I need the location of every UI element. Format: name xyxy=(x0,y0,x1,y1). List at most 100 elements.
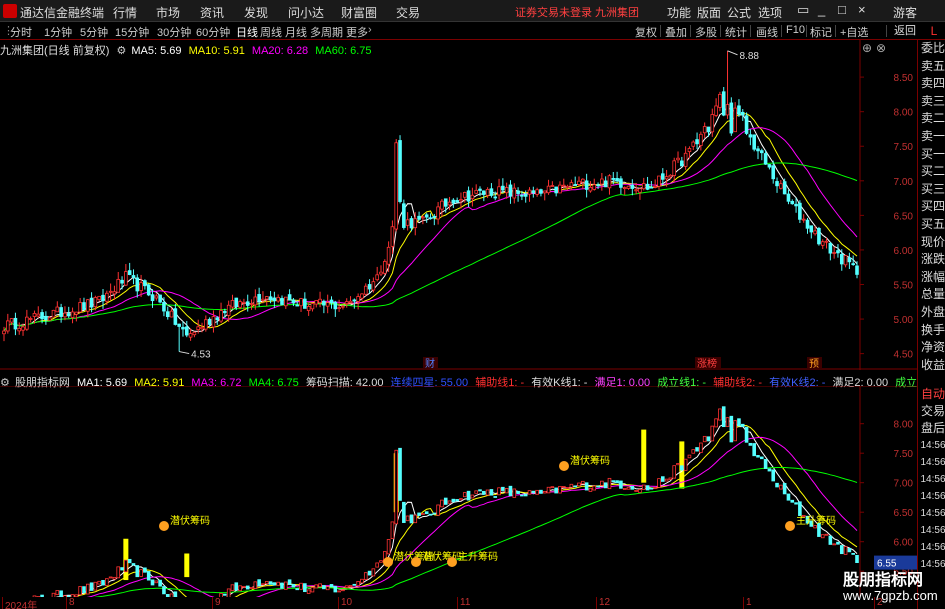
candle-body xyxy=(680,160,684,167)
candle-body xyxy=(219,310,223,322)
signal-label[interactable]: 潜伏筹码 xyxy=(170,514,210,527)
tool-mark[interactable]: 标记 xyxy=(810,24,832,40)
side-tab[interactable]: 交易 xyxy=(919,403,945,420)
candle-body xyxy=(691,449,696,454)
candle-body xyxy=(421,216,425,219)
menu-wealth-circle[interactable]: 财富圈 xyxy=(341,4,377,21)
side-tab[interactable]: 换手 xyxy=(919,322,945,339)
menu-discover[interactable]: 发现 xyxy=(244,4,268,21)
candle-body xyxy=(97,580,102,585)
tool-stats[interactable]: 统计 xyxy=(725,24,747,40)
side-tab[interactable]: 买四 xyxy=(919,198,945,215)
candle-body xyxy=(565,487,570,489)
menu-market[interactable]: 市场 xyxy=(156,4,180,21)
period-weekly[interactable]: 周线 xyxy=(260,24,282,40)
candle-body xyxy=(630,184,635,189)
period-timeshare[interactable]: 分时 xyxy=(10,24,32,40)
maximize-icon[interactable]: □ xyxy=(838,2,846,17)
menu-formula[interactable]: 公式 xyxy=(727,4,751,21)
side-tab[interactable]: 卖四 xyxy=(919,75,945,92)
side-tab[interactable]: 买二 xyxy=(919,163,945,180)
event-marker[interactable]: 预 xyxy=(809,358,819,370)
side-tab[interactable]: 卖三 xyxy=(919,93,945,110)
side-tab[interactable]: 净资 xyxy=(919,339,945,356)
chevron-right-icon[interactable]: › xyxy=(368,24,372,36)
tool-overlay[interactable]: 叠加 xyxy=(665,24,687,40)
event-marker[interactable]: 财 xyxy=(425,357,435,370)
period-daily[interactable]: 日线 xyxy=(236,24,258,40)
candle-body xyxy=(314,300,319,305)
candle-body xyxy=(462,191,467,198)
close-icon[interactable]: × xyxy=(858,2,866,17)
tool-return[interactable]: 返回 xyxy=(889,23,921,39)
candle-body xyxy=(554,487,558,494)
side-tab[interactable]: 买五 xyxy=(919,216,945,233)
side-tab[interactable]: 卖二 xyxy=(919,110,945,127)
tool-f10[interactable]: F10 xyxy=(786,24,805,36)
candle-body xyxy=(131,275,136,278)
side-tab[interactable]: 卖一 xyxy=(919,128,945,145)
side-tab[interactable]: 外盘 xyxy=(919,304,945,321)
period-30min[interactable]: 30分钟 xyxy=(157,24,191,40)
signal-label[interactable]: 主升筹码 xyxy=(458,550,498,563)
candle-body xyxy=(55,590,60,595)
side-tab[interactable]: 涨幅 xyxy=(919,269,945,286)
period-15min[interactable]: 15分钟 xyxy=(115,24,149,40)
period-5min[interactable]: 5分钟 xyxy=(80,24,108,40)
candle-body xyxy=(363,285,368,295)
side-tab[interactable]: 涨跌 xyxy=(919,251,945,268)
period-60min[interactable]: 60分钟 xyxy=(196,24,230,40)
menu-trade[interactable]: 交易 xyxy=(396,4,420,21)
period-monthly[interactable]: 月线 xyxy=(285,24,307,40)
divider xyxy=(720,25,721,37)
candle-body xyxy=(771,165,776,180)
menu-quotes[interactable]: 行情 xyxy=(113,4,137,21)
price-chart[interactable]: 8.50 8.00 7.50 7.00 6.50 6.00 5.50 5.00 4.50 8.8… xyxy=(0,40,917,370)
period-multi[interactable]: 多周期 xyxy=(310,24,343,40)
menu-ask[interactable]: 问小达 xyxy=(288,4,324,21)
candle-body xyxy=(508,485,513,497)
tool-draw[interactable]: 画线 xyxy=(756,24,778,40)
candle-body xyxy=(272,582,277,586)
side-tab[interactable]: 买三 xyxy=(919,181,945,198)
side-tab[interactable]: 委比 xyxy=(919,40,945,57)
candle-body xyxy=(82,302,86,310)
candle-body xyxy=(436,206,440,220)
side-tab[interactable]: 总量 xyxy=(919,286,945,303)
signal-label[interactable]: 主升筹码 xyxy=(796,514,836,527)
period-1min[interactable]: 1分钟 xyxy=(44,24,72,40)
side-tab[interactable]: 盘后 xyxy=(919,420,945,437)
skin-icon[interactable]: ▭ xyxy=(797,2,809,18)
minimize-icon[interactable]: _ xyxy=(818,2,825,17)
side-tab[interactable]: 卖五 xyxy=(919,58,945,75)
menu-layout[interactable]: 版面 xyxy=(697,4,721,21)
side-tab[interactable]: 买一 xyxy=(919,146,945,163)
menu-options[interactable]: 选项 xyxy=(758,4,782,21)
indicator-chart[interactable]: 8.007.507.006.506.005.506.55 潜伏筹码潜伏筹码主升筹… xyxy=(0,386,917,597)
candle-body xyxy=(706,126,711,133)
candle-body xyxy=(322,300,326,306)
event-marker[interactable]: 涨榜 xyxy=(697,357,717,370)
tool-multi-stock[interactable]: 多股 xyxy=(695,24,717,40)
guest-label[interactable]: 游客 xyxy=(893,4,917,21)
side-panel-toggle[interactable]: L xyxy=(923,22,945,40)
login-status[interactable]: 证券交易未登录 九洲集团 xyxy=(515,4,639,20)
side-tab[interactable]: 自动 xyxy=(919,386,945,403)
side-tab[interactable]: 收益 xyxy=(919,357,945,374)
candle-body xyxy=(223,310,227,314)
candle-body xyxy=(702,126,707,134)
candle-body xyxy=(790,499,795,503)
candle-body xyxy=(581,480,585,485)
period-more[interactable]: 更多 xyxy=(346,24,368,40)
menu-news[interactable]: 资讯 xyxy=(200,4,224,21)
candle-body xyxy=(474,490,478,494)
date-tick xyxy=(457,597,458,609)
signal-label[interactable]: 潜伏筹码 xyxy=(570,454,610,467)
candle-body xyxy=(287,579,292,585)
ma60-line xyxy=(94,467,858,597)
tool-add-favorite[interactable]: +自选 xyxy=(840,24,868,40)
tool-adjust[interactable]: 复权 xyxy=(635,24,657,40)
candle-body xyxy=(97,295,102,300)
side-tab[interactable]: 现价 xyxy=(919,234,945,251)
menu-function[interactable]: 功能 xyxy=(667,4,691,21)
